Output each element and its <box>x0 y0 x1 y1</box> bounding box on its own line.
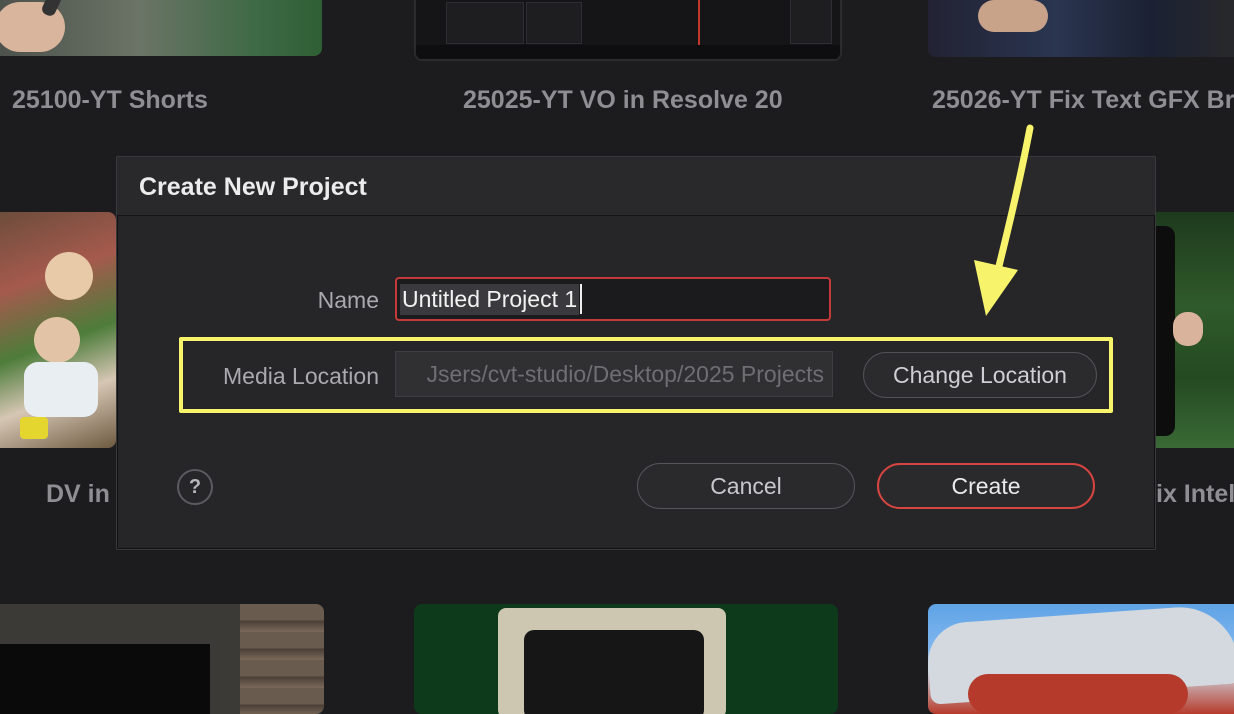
project-title[interactable]: DV in <box>46 480 110 509</box>
thumbnail-image <box>240 604 324 714</box>
thumbnail-image <box>446 2 524 44</box>
project-thumbnail[interactable] <box>414 604 838 714</box>
dialog-title: Create New Project <box>139 173 367 201</box>
media-location-value: Jsers/cvt-studio/Desktop/2025 Projects <box>426 360 824 387</box>
project-thumbnail[interactable] <box>0 212 116 448</box>
help-icon[interactable]: ? <box>177 469 213 505</box>
text-caret <box>580 284 583 314</box>
project-title[interactable]: ix Intel <box>1156 480 1234 509</box>
project-thumbnail[interactable] <box>928 0 1234 57</box>
project-name-value: Untitled Project 1 <box>400 283 580 315</box>
project-thumbnail[interactable] <box>0 0 322 56</box>
project-title[interactable]: 25100-YT Shorts <box>12 86 208 115</box>
thumbnail-image <box>526 2 582 44</box>
create-button[interactable]: Create <box>877 463 1095 509</box>
thumbnail-image <box>20 417 48 439</box>
dialog-header: Create New Project <box>117 157 1155 216</box>
project-title[interactable]: 25026-YT Fix Text GFX Br <box>932 86 1234 115</box>
thumbnail-image <box>968 674 1188 714</box>
thumbnail-image <box>978 0 1048 32</box>
media-location-field: Jsers/cvt-studio/Desktop/2025 Projects <box>395 351 833 397</box>
media-location-label: Media Location <box>223 363 379 389</box>
project-thumbnail[interactable] <box>0 604 324 714</box>
thumbnail-image <box>34 317 80 363</box>
thumbnail-image <box>1173 312 1203 346</box>
thumbnail-image <box>790 0 832 44</box>
project-title[interactable]: 25025-YT VO in Resolve 20 <box>463 86 783 115</box>
thumbnail-image <box>698 0 700 47</box>
name-label: Name <box>317 287 379 313</box>
project-thumbnail[interactable] <box>1145 212 1234 448</box>
project-name-input[interactable]: Untitled Project 1 <box>395 277 831 321</box>
change-location-button[interactable]: Change Location <box>863 352 1097 398</box>
cancel-button[interactable]: Cancel <box>637 463 855 509</box>
project-thumbnail[interactable] <box>414 0 842 61</box>
create-project-dialog: Create New Project Name Untitled Project… <box>116 156 1156 550</box>
thumbnail-image <box>45 252 93 300</box>
thumbnail-image <box>524 630 704 714</box>
thumbnail-image <box>24 362 98 417</box>
project-thumbnail[interactable] <box>928 604 1234 714</box>
thumbnail-image <box>416 45 840 59</box>
